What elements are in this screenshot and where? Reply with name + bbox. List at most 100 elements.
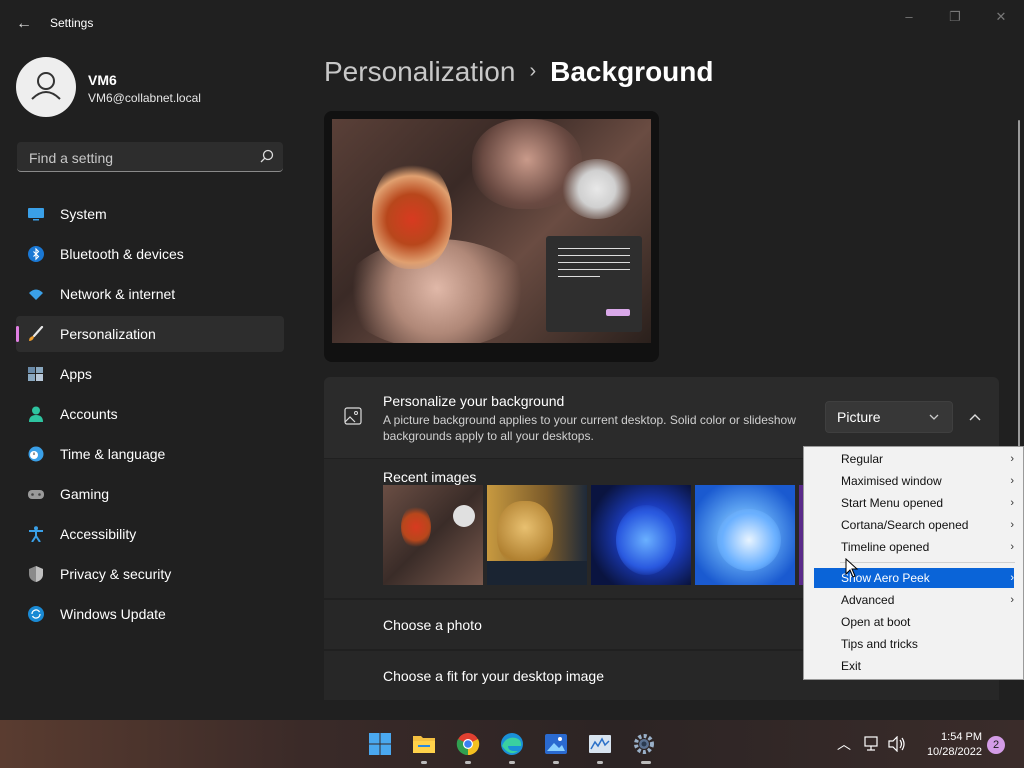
sidebar-item-windows-update[interactable]: Windows Update bbox=[16, 596, 284, 632]
menu-item-maximised-window[interactable]: Maximised window › bbox=[814, 471, 1014, 491]
menu-item-timeline-opened[interactable]: Timeline opened › bbox=[814, 537, 1014, 557]
chevron-up-icon bbox=[969, 414, 981, 421]
running-indicator bbox=[597, 761, 603, 764]
breadcrumb: Personalization › Background bbox=[324, 56, 713, 88]
shield-icon bbox=[29, 566, 43, 582]
gamepad-icon bbox=[28, 490, 44, 499]
settings-icon[interactable] bbox=[632, 732, 656, 756]
sidebar-item-label: Time & language bbox=[60, 446, 166, 462]
minimize-button[interactable]: – bbox=[886, 6, 932, 28]
sidebar-item-gaming[interactable]: Gaming bbox=[16, 476, 284, 512]
running-indicator bbox=[421, 761, 427, 764]
search-box[interactable] bbox=[17, 142, 283, 172]
sidebar-item-bluetooth[interactable]: Bluetooth & devices bbox=[16, 236, 284, 272]
wifi-icon bbox=[29, 289, 43, 300]
chevron-right-icon: › bbox=[529, 60, 537, 82]
menu-item-advanced[interactable]: Advanced › bbox=[814, 590, 1014, 610]
monitor-icon bbox=[28, 208, 44, 221]
chevron-right-icon: › bbox=[1010, 572, 1014, 584]
row-title: Choose a fit for your desktop image bbox=[383, 668, 605, 684]
menu-item-show-aero-peek[interactable]: Show Aero Peek › bbox=[814, 568, 1014, 588]
user-name: VM6 bbox=[88, 72, 117, 88]
background-type-dropdown[interactable]: Picture bbox=[825, 401, 953, 433]
menu-separator bbox=[840, 562, 1015, 563]
running-indicator bbox=[465, 761, 471, 764]
taskbar-clock[interactable]: 1:54 PM 10/28/2022 bbox=[918, 730, 982, 760]
chevron-right-icon: › bbox=[1010, 541, 1014, 553]
preview-window-mock bbox=[546, 236, 642, 332]
notification-badge[interactable]: 2 bbox=[987, 736, 1005, 754]
back-button[interactable]: ← bbox=[14, 12, 34, 36]
sidebar-item-apps[interactable]: Apps bbox=[16, 356, 284, 392]
collapse-button[interactable] bbox=[962, 401, 988, 433]
apps-icon bbox=[28, 367, 43, 381]
menu-item-cortana-search-opened[interactable]: Cortana/Search opened › bbox=[814, 515, 1014, 535]
clock-time: 1:54 PM bbox=[941, 731, 982, 743]
sidebar-item-label: Windows Update bbox=[60, 606, 166, 622]
sidebar-item-privacy[interactable]: Privacy & security bbox=[16, 556, 284, 592]
tray-overflow-button[interactable]: ︿ bbox=[836, 734, 852, 754]
desktop-preview bbox=[324, 111, 659, 362]
section-title: Recent images bbox=[383, 469, 477, 485]
chevron-right-icon: › bbox=[1010, 497, 1014, 509]
sidebar-item-time-language[interactable]: Time & language bbox=[16, 436, 284, 472]
avatar[interactable] bbox=[16, 57, 76, 117]
chevron-right-icon: › bbox=[1010, 519, 1014, 531]
app-title: Settings bbox=[50, 16, 94, 30]
sidebar-item-label: Personalization bbox=[60, 326, 156, 342]
close-button[interactable]: ✕ bbox=[978, 6, 1024, 28]
chevron-right-icon: › bbox=[1010, 475, 1014, 487]
menu-item-regular[interactable]: Regular › bbox=[814, 449, 1014, 469]
recent-image-thumbnail[interactable] bbox=[383, 485, 483, 585]
resource-monitor-icon[interactable] bbox=[588, 732, 612, 756]
edge-icon[interactable] bbox=[500, 732, 524, 756]
sidebar-item-system[interactable]: System bbox=[16, 196, 284, 232]
file-explorer-icon[interactable] bbox=[412, 732, 436, 756]
menu-item-tips-and-tricks[interactable]: Tips and tricks bbox=[814, 634, 1014, 654]
menu-item-start-menu-opened[interactable]: Start Menu opened › bbox=[814, 493, 1014, 513]
start-icon[interactable] bbox=[368, 732, 392, 756]
sidebar-item-label: Accounts bbox=[60, 406, 118, 422]
context-menu: Regular › Maximised window › Start Menu op… bbox=[803, 446, 1024, 680]
bluetooth-icon bbox=[28, 246, 44, 262]
menu-item-open-at-boot[interactable]: Open at boot bbox=[814, 612, 1014, 632]
sidebar-item-label: Apps bbox=[60, 366, 92, 382]
sidebar-item-label: Network & internet bbox=[60, 286, 176, 302]
sidebar-item-label: Gaming bbox=[60, 486, 110, 502]
card-title: Personalize your background bbox=[383, 393, 565, 409]
recent-image-thumbnail[interactable] bbox=[487, 485, 587, 585]
recent-image-thumbnail[interactable] bbox=[591, 485, 691, 585]
wallpaper-preview-image bbox=[332, 119, 651, 343]
clock-globe-icon bbox=[28, 446, 44, 462]
search-input[interactable] bbox=[27, 147, 251, 169]
volume-icon[interactable] bbox=[888, 736, 906, 752]
page-title: Background bbox=[550, 56, 714, 87]
chevron-right-icon: › bbox=[1010, 453, 1014, 465]
network-icon[interactable] bbox=[864, 736, 882, 752]
running-indicator bbox=[553, 761, 559, 764]
maximize-button[interactable]: ❐ bbox=[932, 6, 978, 28]
user-email: VM6@collabnet.local bbox=[88, 91, 201, 105]
row-title: Choose a photo bbox=[383, 617, 482, 633]
photos-icon[interactable] bbox=[544, 732, 568, 756]
search-icon[interactable] bbox=[259, 148, 275, 164]
chrome-icon[interactable] bbox=[456, 732, 480, 756]
image-icon bbox=[344, 407, 362, 425]
chevron-down-icon bbox=[929, 414, 939, 420]
dropdown-value: Picture bbox=[837, 409, 881, 425]
sidebar-item-network[interactable]: Network & internet bbox=[16, 276, 284, 312]
menu-item-exit[interactable]: Exit bbox=[814, 656, 1014, 676]
taskbar: ︿ bbox=[0, 720, 1024, 768]
running-indicator bbox=[509, 761, 515, 764]
sidebar-item-accounts[interactable]: Accounts bbox=[16, 396, 284, 432]
breadcrumb-parent[interactable]: Personalization bbox=[324, 56, 515, 87]
recent-image-thumbnail[interactable] bbox=[695, 485, 795, 585]
person-icon bbox=[29, 406, 43, 422]
title-bar: ← Settings – ❐ ✕ bbox=[0, 0, 1024, 48]
brush-icon bbox=[29, 326, 44, 341]
update-icon bbox=[28, 606, 44, 622]
sidebar-item-personalization[interactable]: Personalization bbox=[16, 316, 284, 352]
sidebar-item-accessibility[interactable]: Accessibility bbox=[16, 516, 284, 552]
active-indicator bbox=[16, 326, 19, 342]
sidebar-item-label: Accessibility bbox=[60, 526, 137, 542]
